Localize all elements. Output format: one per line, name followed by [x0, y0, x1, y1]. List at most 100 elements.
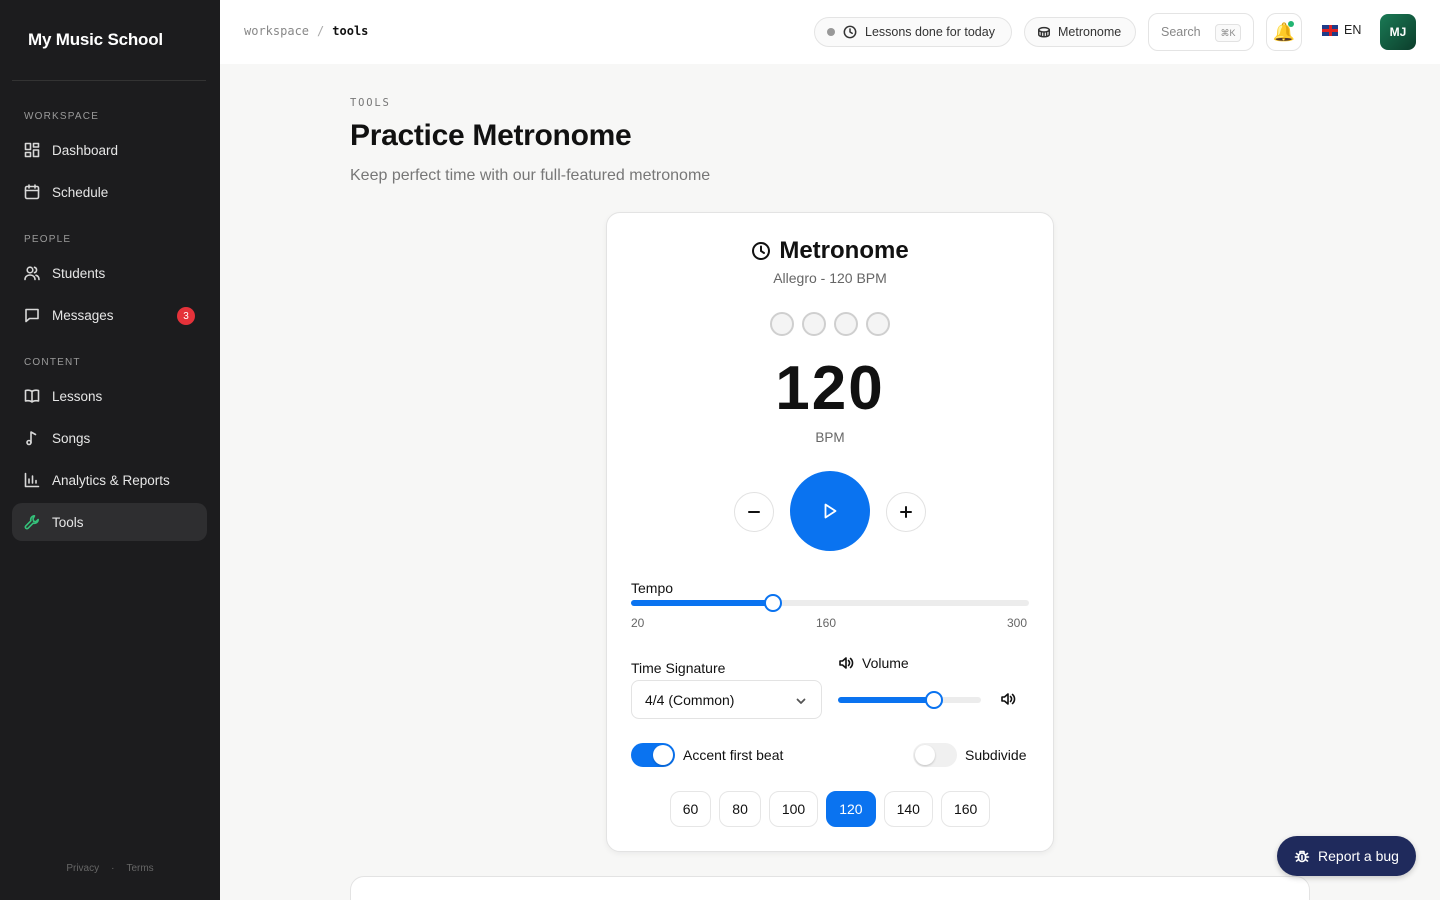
preset-120-button[interactable]: 120	[826, 791, 876, 827]
accent-first-beat-label: Accent first beat	[683, 747, 784, 763]
increase-tempo-button[interactable]	[886, 492, 926, 532]
drum-icon	[1037, 25, 1051, 39]
preset-160-button[interactable]: 160	[940, 791, 991, 827]
sidebar-item-students[interactable]: Students	[12, 254, 207, 292]
subdivide-label: Subdivide	[965, 747, 1027, 763]
lessons-status-pill[interactable]: Lessons done for today	[814, 17, 1012, 47]
breadcrumb-root[interactable]: workspace	[244, 24, 309, 38]
search-input[interactable]: Search ⌘K	[1148, 13, 1254, 51]
search-shortcut-hint: ⌘K	[1215, 24, 1241, 42]
sidebar-item-label: Songs	[52, 430, 91, 446]
notifications-button[interactable]: 🔔	[1266, 13, 1302, 51]
play-icon	[821, 502, 839, 520]
breadcrumb-current: tools	[332, 24, 369, 38]
page-eyebrow: TOOLS	[350, 97, 391, 109]
preset-60-button[interactable]: 60	[669, 791, 712, 827]
section-label-workspace: WORKSPACE	[24, 111, 100, 122]
dashboard-icon	[24, 142, 40, 158]
sidebar: My Music School WORKSPACE Dashboard Sche…	[0, 0, 220, 900]
sidebar-item-tools[interactable]: Tools	[12, 503, 207, 541]
toggle-knob	[653, 745, 673, 765]
tempo-mid-label: 160	[816, 616, 837, 630]
beat-indicator-1	[770, 312, 794, 336]
volume-max-icon[interactable]	[1000, 691, 1016, 712]
page-title: Practice Metronome	[350, 119, 632, 152]
sidebar-item-schedule[interactable]: Schedule	[12, 173, 207, 211]
bug-icon	[1294, 848, 1310, 864]
page-subtitle: Keep perfect time with our full-featured…	[350, 167, 711, 184]
unread-badge: 3	[177, 307, 195, 325]
sidebar-item-label: Tools	[52, 514, 84, 530]
sidebar-item-analytics[interactable]: Analytics & Reports	[12, 461, 207, 499]
volume-slider-thumb[interactable]	[924, 691, 943, 709]
breadcrumb: workspace / tools	[244, 24, 368, 38]
accent-first-beat-toggle[interactable]	[631, 743, 675, 767]
tempo-presets: 60 80 100 120 140 160	[607, 791, 1053, 827]
section-label-people: PEOPLE	[24, 234, 72, 245]
preset-80-button[interactable]: 80	[719, 791, 761, 827]
secondary-card	[350, 876, 1310, 900]
subdivide-toggle[interactable]	[913, 743, 957, 767]
time-signature-select[interactable]: 4/4 (Common)	[631, 680, 822, 719]
status-dot	[827, 28, 835, 36]
language-code: EN	[1344, 23, 1362, 37]
play-button[interactable]	[790, 471, 870, 551]
beat-indicator-4	[866, 312, 890, 336]
book-icon	[24, 388, 40, 404]
notification-dot	[1288, 21, 1294, 27]
users-icon	[24, 265, 40, 281]
user-avatar[interactable]: MJ	[1380, 14, 1416, 50]
footer-separator: ·	[111, 863, 115, 874]
minus-icon	[747, 505, 761, 519]
time-signature-label: Time Signature	[631, 660, 726, 676]
clock-icon	[751, 241, 771, 261]
beat-indicator-2	[802, 312, 826, 336]
metronome-card: Metronome Allegro - 120 BPM 120 BPM Temp…	[606, 212, 1054, 852]
sidebar-item-label: Messages	[52, 307, 114, 323]
bpm-unit-label: BPM	[815, 430, 845, 445]
sidebar-item-lessons[interactable]: Lessons	[12, 377, 207, 415]
language-selector[interactable]: EN	[1322, 23, 1361, 37]
speaker-icon	[838, 655, 854, 671]
report-bug-label: Report a bug	[1318, 848, 1399, 864]
section-label-content: CONTENT	[24, 357, 81, 368]
sidebar-item-dashboard[interactable]: Dashboard	[12, 131, 207, 169]
top-bar: workspace / tools Lessons done for today M…	[220, 0, 1440, 64]
toggle-knob	[915, 745, 935, 765]
metronome-card-title: Metronome	[607, 237, 1053, 265]
tempo-slider[interactable]	[631, 594, 1029, 612]
tempo-slider-thumb[interactable]	[764, 594, 783, 612]
music-note-icon	[24, 430, 40, 446]
preset-100-button[interactable]: 100	[768, 791, 819, 827]
tempo-slider-fill	[631, 600, 774, 606]
sidebar-item-label: Analytics & Reports	[52, 472, 170, 488]
uk-flag-icon	[1322, 24, 1338, 36]
plus-icon	[899, 505, 913, 519]
preset-140-button[interactable]: 140	[883, 791, 933, 827]
beat-indicator-3	[834, 312, 858, 336]
bpm-display: 120	[775, 354, 885, 423]
search-placeholder: Search	[1161, 25, 1201, 39]
sidebar-item-songs[interactable]: Songs	[12, 419, 207, 457]
tempo-max-label: 300	[1007, 616, 1028, 630]
metronome-pill[interactable]: Metronome	[1024, 17, 1136, 47]
sidebar-item-label: Students	[52, 265, 106, 281]
terms-link[interactable]: Terms	[126, 863, 153, 874]
report-bug-button[interactable]: Report a bug	[1277, 836, 1416, 876]
sidebar-item-label: Schedule	[52, 184, 109, 200]
decrease-tempo-button[interactable]	[734, 492, 774, 532]
tempo-marking: Allegro - 120 BPM	[773, 270, 887, 286]
volume-slider-fill	[838, 697, 934, 703]
sidebar-item-messages[interactable]: Messages 3	[12, 296, 207, 334]
metronome-pill-label: Metronome	[1058, 25, 1122, 39]
tempo-label: Tempo	[631, 580, 674, 596]
status-pill-label: Lessons done for today	[865, 25, 995, 39]
sidebar-item-label: Lessons	[52, 388, 103, 404]
volume-slider[interactable]	[838, 691, 981, 709]
tempo-min-label: 20	[631, 616, 645, 630]
clock-icon	[843, 25, 857, 39]
beat-indicators	[607, 312, 1053, 336]
app-brand[interactable]: My Music School	[28, 30, 163, 50]
privacy-link[interactable]: Privacy	[66, 863, 99, 874]
time-signature-value: 4/4 (Common)	[645, 691, 735, 708]
